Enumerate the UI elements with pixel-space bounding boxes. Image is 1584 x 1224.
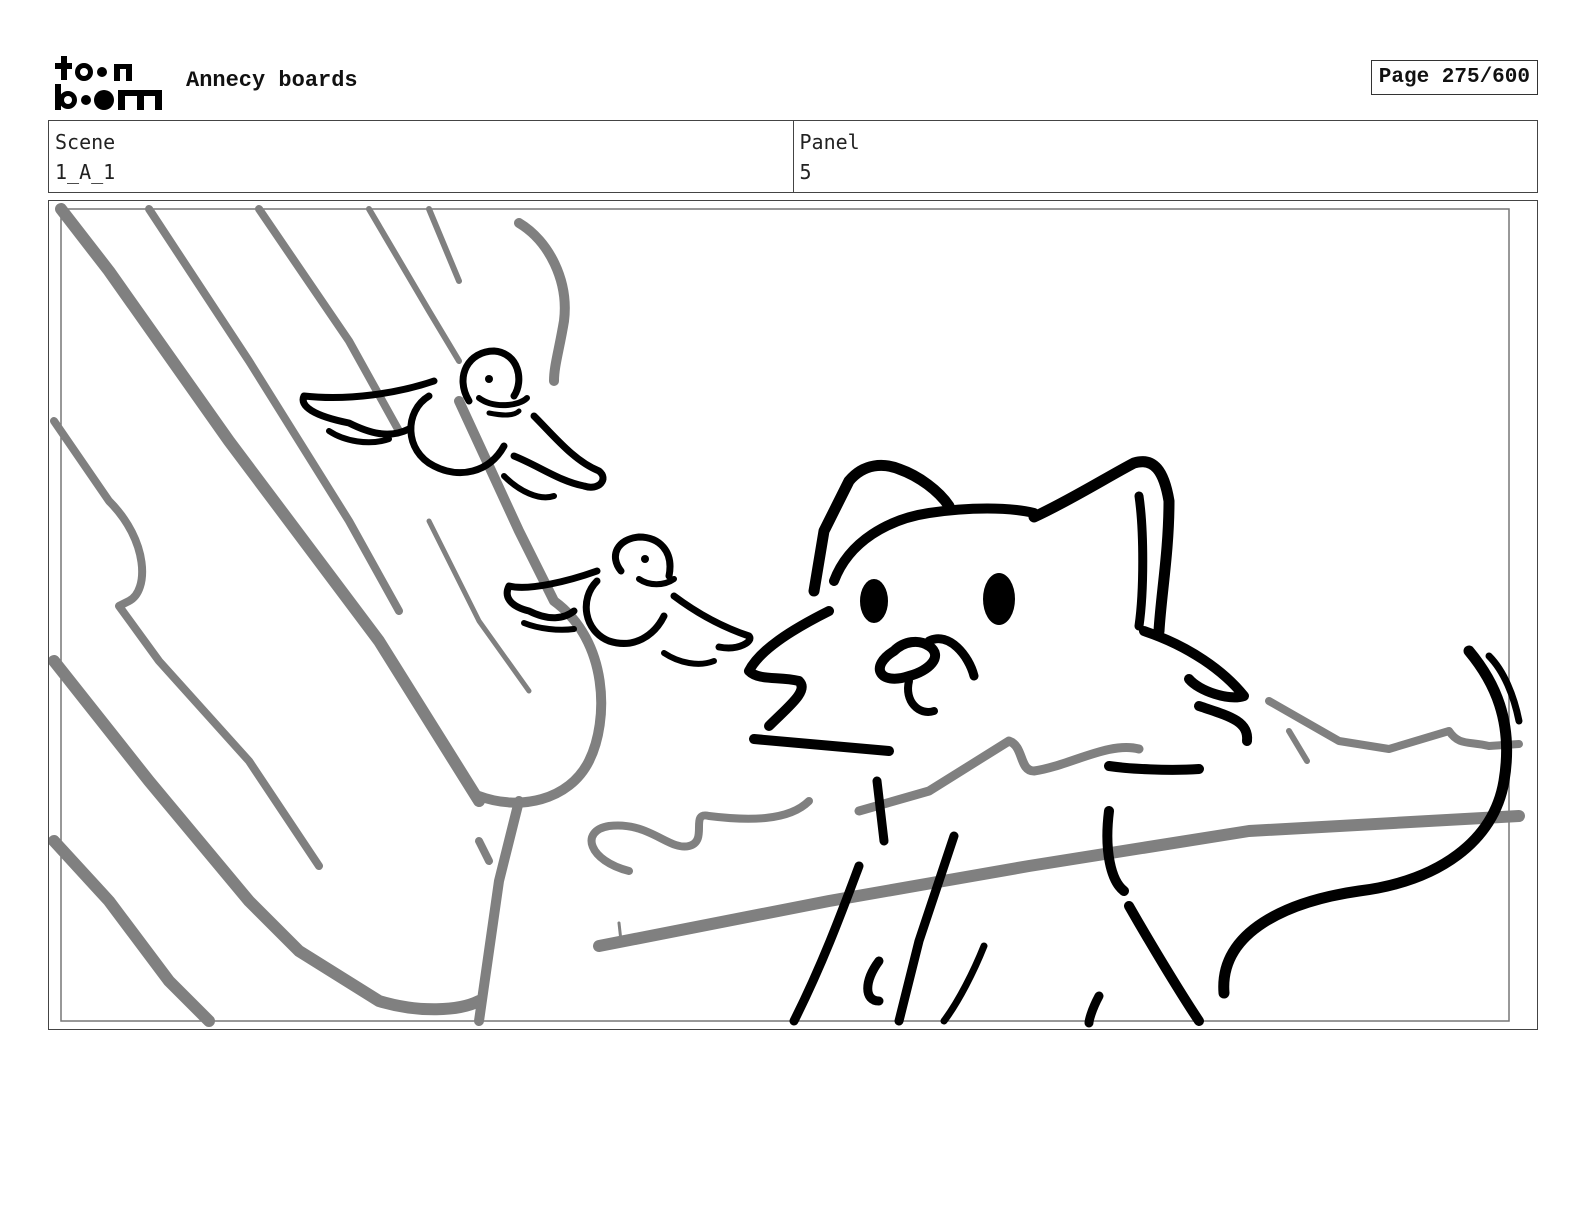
page-counter: Page 275/600 [1370,60,1538,95]
header: toonboom Annecy boards Page 275/600 [48,48,1538,112]
panel-cell: Panel 5 [792,121,1538,192]
safe-area-frame [60,208,1510,1022]
toonboom-logo: toonboom [55,56,162,110]
app-title: Annecy boards [186,68,358,93]
storyboard-panel [48,200,1538,1030]
panel-value: 5 [799,160,812,184]
scene-cell: Scene 1_A_1 [49,121,793,192]
background-sketch [49,203,1525,1027]
scene-panel-info: Scene 1_A_1 Panel 5 [48,120,1538,193]
panel-sketch [49,203,1525,1028]
scene-value: 1_A_1 [55,160,116,184]
scene-label: Scene [55,130,116,154]
panel-label: Panel [799,130,860,154]
birds-sketch [299,347,754,667]
